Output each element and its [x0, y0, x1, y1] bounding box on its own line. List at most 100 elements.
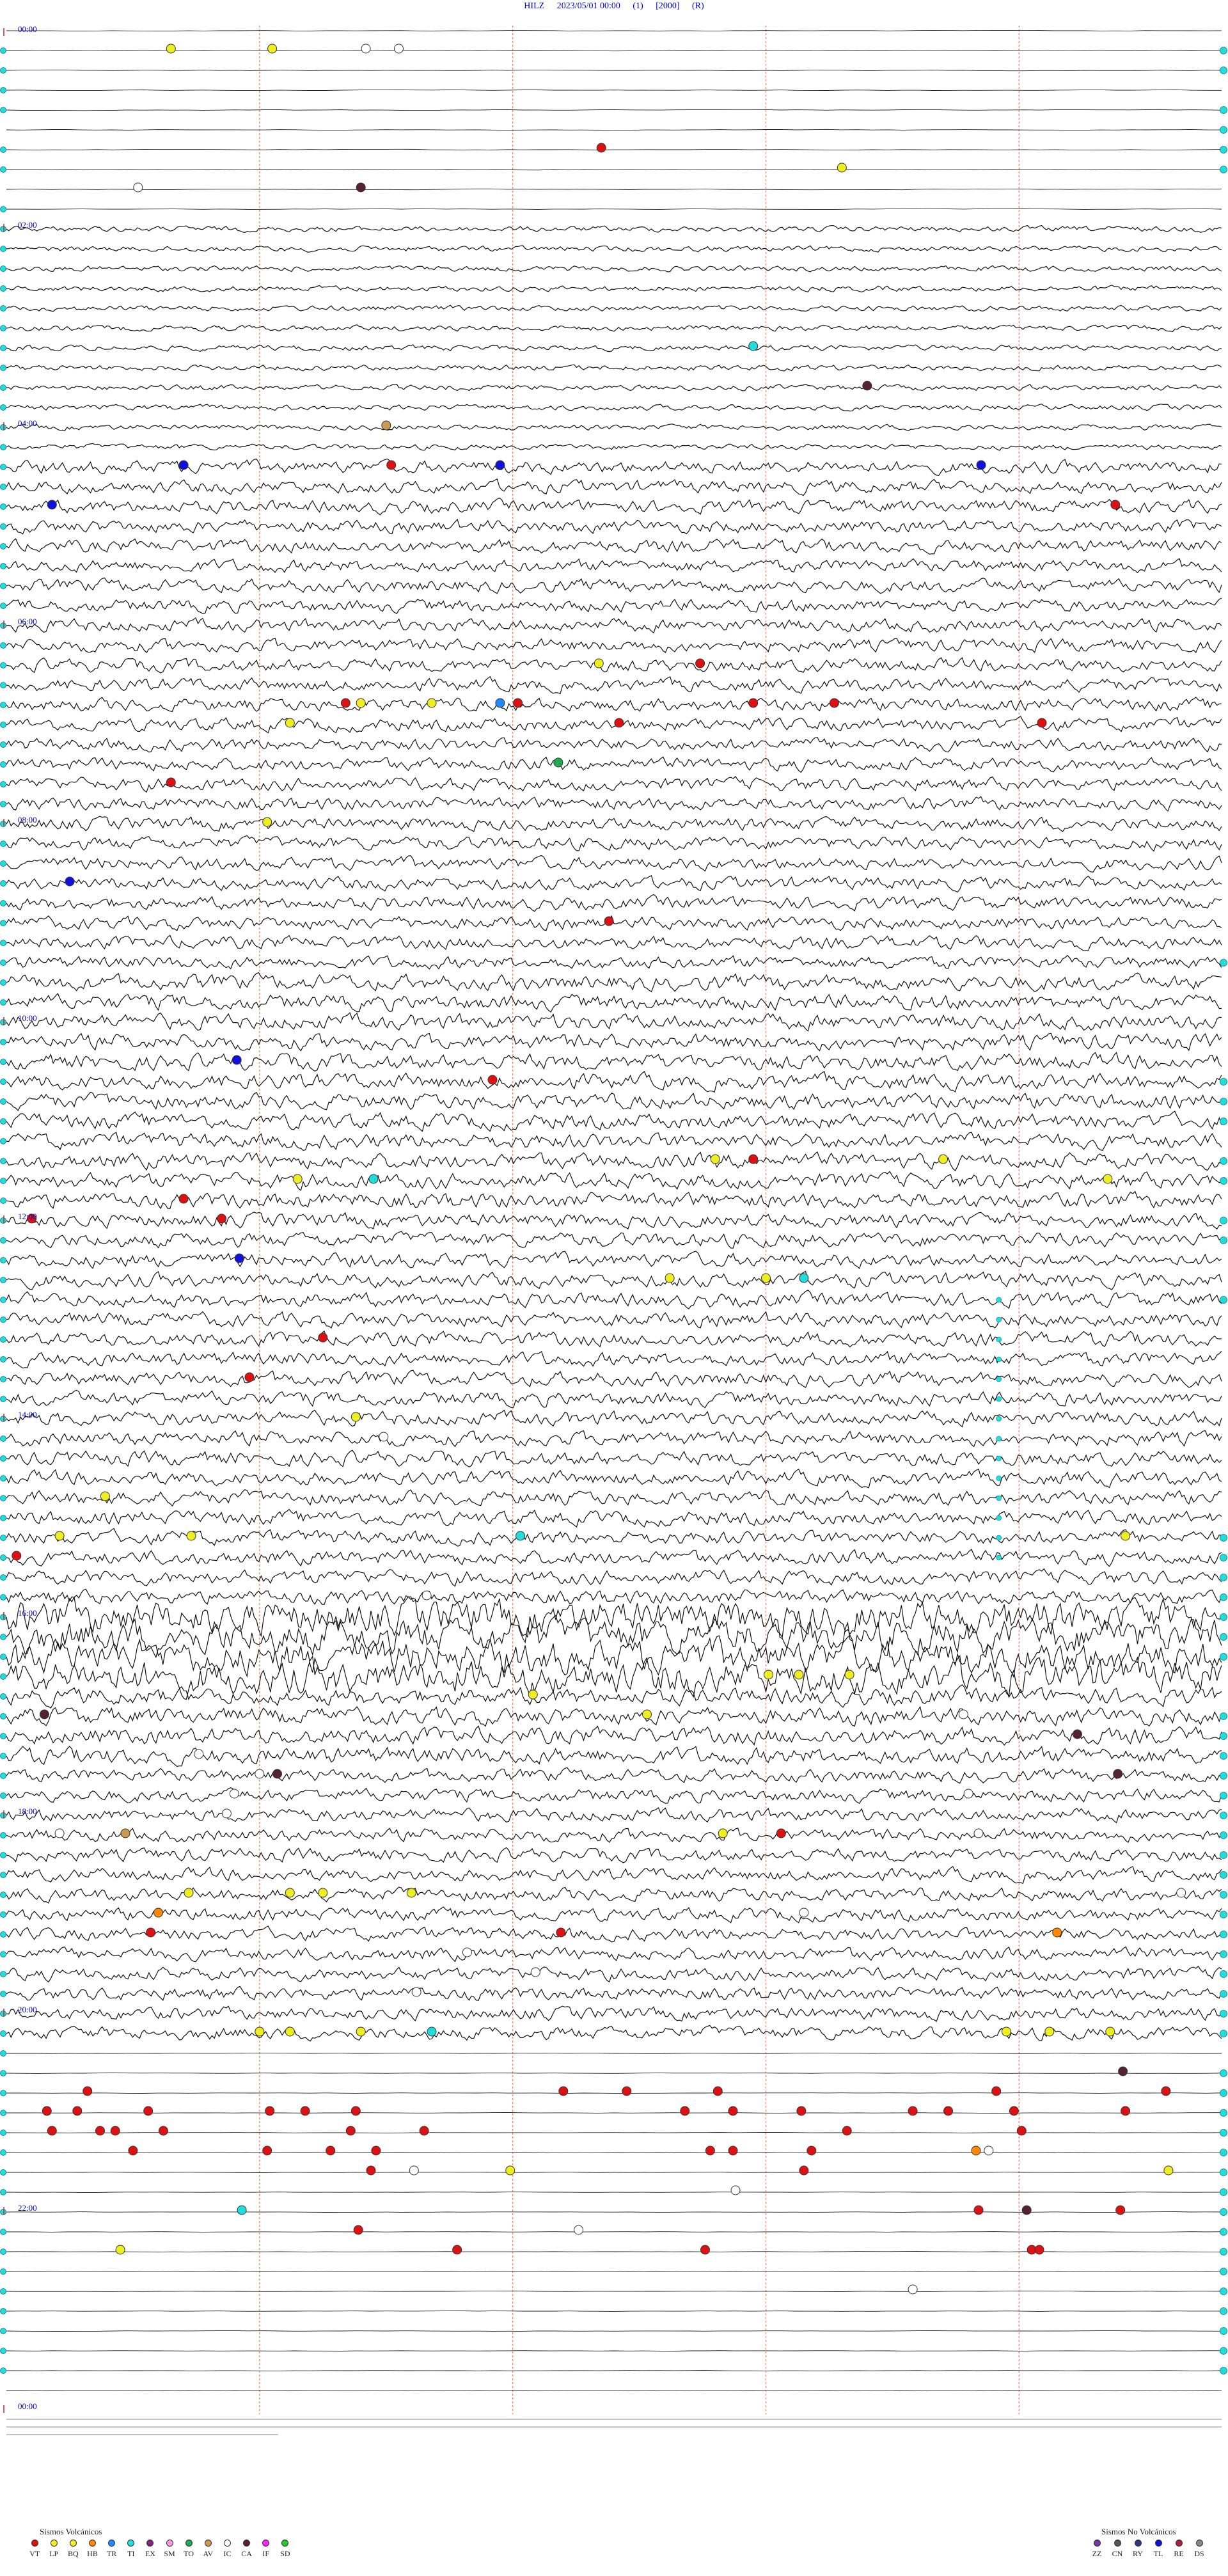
left-edge-marker — [0, 305, 6, 312]
event-ca — [862, 381, 872, 391]
trace-row-20 — [6, 423, 1222, 431]
event-vt — [42, 2106, 52, 2116]
column-marker — [996, 1435, 1002, 1442]
trace-row-46 — [6, 935, 1222, 951]
event-bq — [285, 718, 295, 728]
right-edge-marker — [1220, 2248, 1227, 2256]
trace-row-38 — [6, 776, 1222, 793]
trace-row-65 — [6, 1311, 1222, 1329]
right-edge-marker — [1220, 2069, 1227, 2077]
trace-row-49 — [6, 993, 1222, 1013]
left-edge-marker — [0, 1416, 6, 1422]
right-edge-marker — [1220, 2367, 1227, 2375]
event-vt — [1009, 2106, 1019, 2116]
trace-row-68 — [6, 1370, 1222, 1388]
left-edge-marker — [0, 484, 6, 490]
left-edge-marker — [0, 285, 6, 292]
event-vt — [1110, 500, 1121, 510]
event-vt — [318, 1332, 328, 1343]
event-bq — [718, 1828, 728, 1838]
event-vt — [513, 698, 523, 708]
legend-code: TI — [127, 2549, 135, 2558]
event-vt — [776, 1828, 786, 1838]
right-edge-marker — [1220, 1653, 1227, 1661]
event-vt — [748, 698, 759, 708]
event-ca — [356, 182, 366, 193]
event-bq — [665, 1273, 675, 1283]
event-vt — [680, 2106, 690, 2116]
right-edge-marker — [1220, 2347, 1227, 2355]
trace-row-67 — [6, 1350, 1222, 1369]
trace-row-21 — [6, 443, 1222, 451]
left-edge-marker — [0, 702, 6, 708]
right-edge-marker — [1220, 959, 1227, 967]
trace-row-70 — [6, 1409, 1222, 1428]
event-bq — [844, 1670, 854, 1680]
event-bq — [1002, 2027, 1011, 2037]
left-edge-marker — [0, 2110, 6, 2116]
trace-row-40 — [6, 816, 1222, 832]
event-bq — [938, 1154, 949, 1164]
left-edge-marker — [0, 1356, 6, 1363]
event-vt — [712, 2086, 723, 2096]
trace-row-45 — [6, 915, 1222, 931]
legend-item-re: RE — [1169, 2540, 1188, 2559]
event-vt — [596, 143, 606, 153]
left-edge-marker — [0, 1455, 6, 1462]
left-edge-marker — [0, 860, 6, 867]
legend-dot — [127, 2540, 135, 2547]
left-edge-marker — [0, 2169, 6, 2176]
event-ic — [984, 2145, 994, 2156]
event-vt — [158, 2126, 168, 2136]
left-edge-marker — [0, 404, 6, 411]
legend-item-vt: VT — [26, 2540, 43, 2559]
event-ti — [799, 1273, 809, 1283]
event-bq — [318, 1888, 328, 1898]
left-edge-marker — [0, 642, 6, 649]
legend-dot — [108, 2540, 116, 2547]
event-av — [381, 420, 391, 431]
event-vt — [842, 2126, 852, 2136]
event-vt — [1115, 2205, 1126, 2215]
trace-row-60 — [6, 1212, 1222, 1230]
event-vt — [1034, 2245, 1044, 2255]
hour-labels: 00:00 02:00 04:00 06:00 08:00 10:00 12:00 14:00… — [3, 24, 37, 2413]
event-vt — [728, 2106, 738, 2116]
legend-code: SM — [164, 2549, 175, 2558]
event-vt — [262, 2145, 272, 2156]
event-vt — [799, 2165, 809, 2176]
legend-code: RE — [1174, 2549, 1184, 2558]
legend-code: VT — [29, 2549, 40, 2558]
right-edge-marker — [1220, 1118, 1227, 1125]
left-edge-marker — [0, 2248, 6, 2255]
left-edge-marker — [0, 1158, 6, 1164]
event-ca — [272, 1769, 282, 1779]
trace-row-5 — [6, 129, 1222, 131]
right-edge-marker — [1220, 1554, 1227, 1561]
trace-row-14 — [6, 304, 1222, 312]
trace-row-19 — [6, 404, 1222, 412]
trace-row-39 — [6, 796, 1222, 812]
trace-row-119 — [6, 2390, 1222, 2391]
left-edge-marker — [0, 146, 6, 153]
event-tl — [495, 460, 505, 470]
event-vt — [12, 1551, 22, 1561]
trace-row-85 — [6, 1705, 1222, 1727]
left-edge-marker — [0, 622, 6, 629]
left-edge-marker — [0, 1594, 6, 1600]
left-edge-marker — [0, 1991, 6, 1997]
left-edge-marker — [0, 1951, 6, 1957]
right-edge-marker — [1220, 2149, 1227, 2156]
right-edge-marker — [1220, 1593, 1227, 1601]
event-tl — [65, 876, 75, 887]
trace-row-23 — [6, 478, 1222, 496]
event-vt — [991, 2086, 1002, 2096]
event-vt — [452, 2245, 462, 2255]
left-edge-marker — [0, 1197, 6, 1204]
trace-row-51 — [6, 1032, 1222, 1052]
trace-row-86 — [6, 1725, 1222, 1746]
left-edge-marker — [0, 246, 6, 252]
event-vt — [705, 2145, 715, 2156]
left-edge-marker — [0, 1931, 6, 1938]
event-bq — [1163, 2165, 1174, 2176]
